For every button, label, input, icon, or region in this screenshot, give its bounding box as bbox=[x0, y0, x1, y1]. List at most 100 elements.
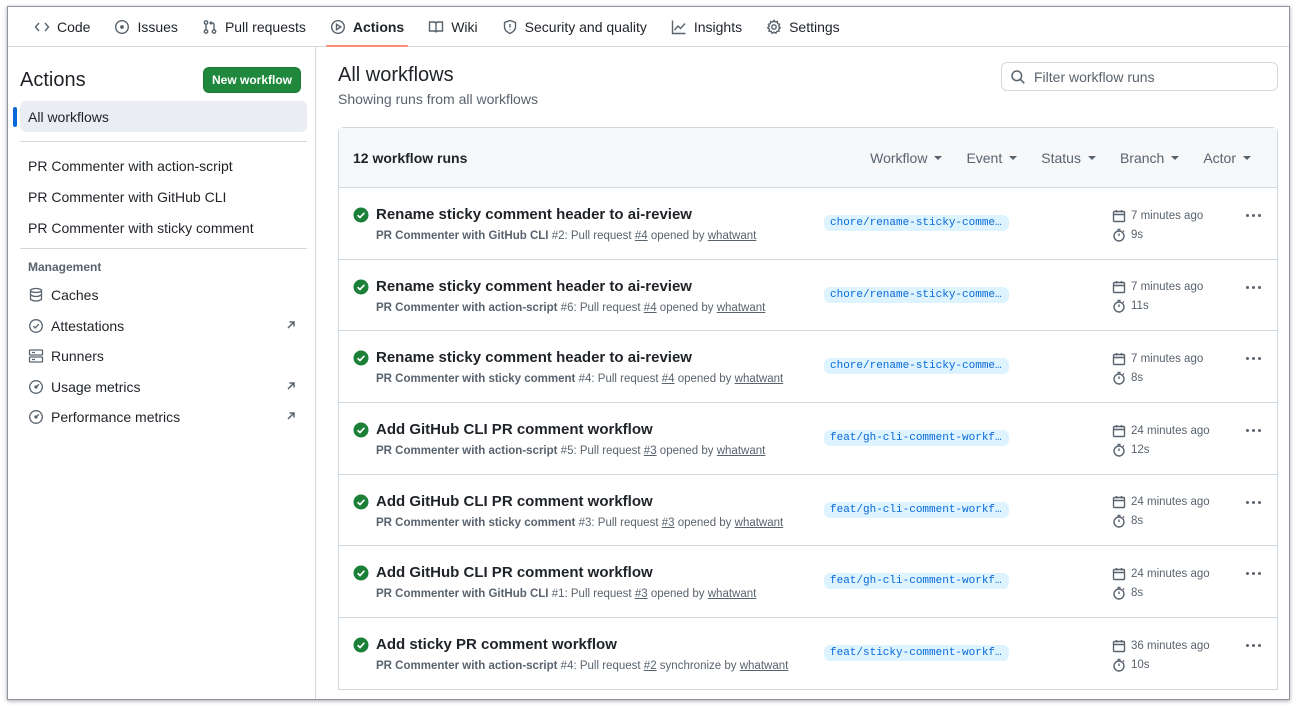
sidebar-workflow-action-script[interactable]: PR Commenter with action-script bbox=[20, 151, 307, 181]
workflow-filter-dropdown[interactable]: Workflow bbox=[858, 150, 954, 166]
table-row[interactable]: Add GitHub CLI PR comment workflow PR Co… bbox=[339, 403, 1277, 475]
tab-code[interactable]: Code bbox=[22, 7, 102, 46]
pr-link[interactable]: #4 bbox=[635, 230, 648, 242]
more-options-icon[interactable] bbox=[1246, 500, 1261, 504]
tab-wiki[interactable]: Wiki bbox=[416, 7, 489, 46]
run-title[interactable]: Add GitHub CLI PR comment workflow bbox=[376, 421, 653, 438]
branch-label[interactable]: chore/rename-sticky-comment-header bbox=[824, 358, 1009, 375]
more-options-icon[interactable] bbox=[1246, 285, 1261, 289]
external-link-icon bbox=[287, 412, 295, 420]
run-time: 24 minutes ago bbox=[1131, 496, 1210, 509]
table-row[interactable]: Add sticky PR comment workflow PR Commen… bbox=[339, 618, 1277, 690]
sidebar-item-usage-metrics[interactable]: Usage metrics bbox=[20, 372, 307, 403]
external-link-icon bbox=[287, 320, 295, 329]
branch-label[interactable]: feat/sticky-comment-workflow bbox=[824, 645, 1009, 662]
branch-label[interactable]: feat/gh-cli-comment-workflow bbox=[824, 430, 1009, 447]
actor-link[interactable]: whatwant bbox=[717, 302, 766, 314]
tab-actions[interactable]: Actions bbox=[318, 7, 416, 47]
filter-box[interactable] bbox=[1001, 62, 1278, 91]
actor-link[interactable]: whatwant bbox=[740, 660, 789, 672]
sidebar-item-caches[interactable]: Caches bbox=[20, 280, 307, 311]
tab-label: Insights bbox=[693, 18, 743, 35]
run-meta: PR Commenter with action-script #5: Pull… bbox=[376, 445, 766, 458]
table-row[interactable]: Rename sticky comment header to ai-revie… bbox=[339, 188, 1277, 260]
shield-icon bbox=[503, 19, 516, 34]
actor-link[interactable]: whatwant bbox=[717, 445, 766, 457]
database-icon bbox=[29, 288, 43, 302]
more-options-icon[interactable] bbox=[1246, 357, 1261, 361]
pr-link[interactable]: #3 bbox=[635, 588, 648, 600]
success-check-icon bbox=[353, 637, 369, 653]
stopwatch-icon bbox=[1113, 299, 1125, 313]
sidebar-item-performance-metrics[interactable]: Performance metrics bbox=[20, 402, 307, 433]
table-row[interactable]: Add GitHub CLI PR comment workflow PR Co… bbox=[339, 546, 1277, 619]
more-options-icon[interactable] bbox=[1246, 572, 1261, 576]
run-title[interactable]: Add GitHub CLI PR comment workflow bbox=[376, 493, 653, 510]
run-action: opened by bbox=[650, 588, 705, 601]
sidebar-title: Actions bbox=[20, 68, 86, 91]
run-meta: PR Commenter with action-script #4: Pull… bbox=[376, 660, 789, 673]
run-title[interactable]: Add GitHub CLI PR comment workflow bbox=[376, 564, 653, 581]
actor-link[interactable]: whatwant bbox=[735, 517, 784, 529]
run-action: opened by bbox=[650, 230, 705, 242]
table-row[interactable]: Rename sticky comment header to ai-revie… bbox=[339, 260, 1277, 332]
run-event: Pull request bbox=[597, 373, 659, 386]
tab-settings[interactable]: Settings bbox=[754, 7, 852, 46]
run-number: #4 bbox=[578, 373, 592, 386]
more-options-icon[interactable] bbox=[1246, 214, 1261, 217]
pr-link[interactable]: #2 bbox=[644, 660, 657, 672]
pr-link[interactable]: #4 bbox=[644, 302, 657, 314]
run-action: opened by bbox=[677, 516, 732, 529]
run-workflow-name: PR Commenter with GitHub CLI bbox=[376, 230, 549, 242]
status-filter-dropdown[interactable]: Status bbox=[1029, 150, 1108, 166]
tab-security[interactable]: Security and quality bbox=[490, 7, 659, 46]
branch-label[interactable]: feat/gh-cli-comment-workflow bbox=[824, 573, 1009, 590]
run-time: 24 minutes ago bbox=[1131, 567, 1210, 580]
table-row[interactable]: Add GitHub CLI PR comment workflow PR Co… bbox=[339, 475, 1277, 547]
page-title: All workflows bbox=[338, 64, 454, 86]
more-options-icon[interactable] bbox=[1246, 429, 1261, 433]
tab-issues[interactable]: Issues bbox=[102, 7, 189, 46]
tab-insights[interactable]: Insights bbox=[659, 7, 754, 46]
run-number: #5 bbox=[560, 445, 574, 458]
actions-sidebar: Actions New workflow All workflows PR Co… bbox=[8, 47, 316, 699]
actor-filter-dropdown[interactable]: Actor bbox=[1191, 150, 1263, 166]
event-filter-dropdown[interactable]: Event bbox=[954, 150, 1029, 166]
sidebar-workflow-github-cli[interactable]: PR Commenter with GitHub CLI bbox=[20, 182, 307, 212]
more-options-icon[interactable] bbox=[1246, 644, 1261, 648]
runs-count: 12 workflow runs bbox=[353, 149, 468, 166]
branch-filter-dropdown[interactable]: Branch bbox=[1108, 150, 1191, 166]
sidebar-item-runners[interactable]: Runners bbox=[20, 341, 307, 372]
run-event: Pull request bbox=[579, 445, 641, 458]
tab-label: Pull requests bbox=[224, 18, 306, 35]
tab-pull-requests[interactable]: Pull requests bbox=[190, 7, 318, 46]
pr-link[interactable]: #3 bbox=[644, 445, 657, 457]
run-title[interactable]: Rename sticky comment header to ai-revie… bbox=[376, 206, 692, 223]
sidebar-item-attestations[interactable]: Attestations bbox=[20, 311, 307, 342]
actor-link[interactable]: whatwant bbox=[735, 373, 784, 385]
run-meta: PR Commenter with GitHub CLI #2: Pull re… bbox=[376, 230, 757, 242]
run-title[interactable]: Rename sticky comment header to ai-revie… bbox=[376, 278, 692, 295]
gear-icon bbox=[766, 18, 782, 34]
repo-nav: Code Issues Pull requests Actions Wiki S… bbox=[8, 7, 1289, 47]
stopwatch-icon bbox=[1113, 586, 1125, 600]
actor-link[interactable]: whatwant bbox=[708, 588, 757, 600]
pr-link[interactable]: #4 bbox=[662, 373, 675, 385]
run-title[interactable]: Rename sticky comment header to ai-revie… bbox=[376, 349, 692, 366]
pr-link[interactable]: #3 bbox=[662, 517, 675, 529]
branch-label[interactable]: chore/rename-sticky-comment-header bbox=[824, 286, 1009, 303]
table-row[interactable]: Rename sticky comment header to ai-revie… bbox=[339, 331, 1277, 404]
run-title[interactable]: Add sticky PR comment workflow bbox=[376, 636, 617, 653]
run-action: opened by bbox=[659, 301, 714, 314]
success-check-icon bbox=[353, 494, 369, 510]
sidebar-item-label: Caches bbox=[51, 287, 99, 304]
sidebar-workflow-sticky-comment[interactable]: PR Commenter with sticky comment bbox=[20, 213, 307, 243]
run-timing: 36 minutes ago 10s bbox=[1112, 636, 1210, 674]
actor-link[interactable]: whatwant bbox=[708, 230, 757, 242]
runs-list: Rename sticky comment header to ai-revie… bbox=[339, 188, 1277, 690]
sidebar-item-all-workflows[interactable]: All workflows bbox=[13, 101, 307, 132]
branch-label[interactable]: feat/gh-cli-comment-workflow bbox=[824, 501, 1009, 518]
branch-label[interactable]: chore/rename-sticky-comment-header bbox=[824, 215, 1009, 231]
filter-runs-input[interactable] bbox=[1034, 68, 1264, 85]
new-workflow-button[interactable]: New workflow bbox=[202, 67, 301, 93]
